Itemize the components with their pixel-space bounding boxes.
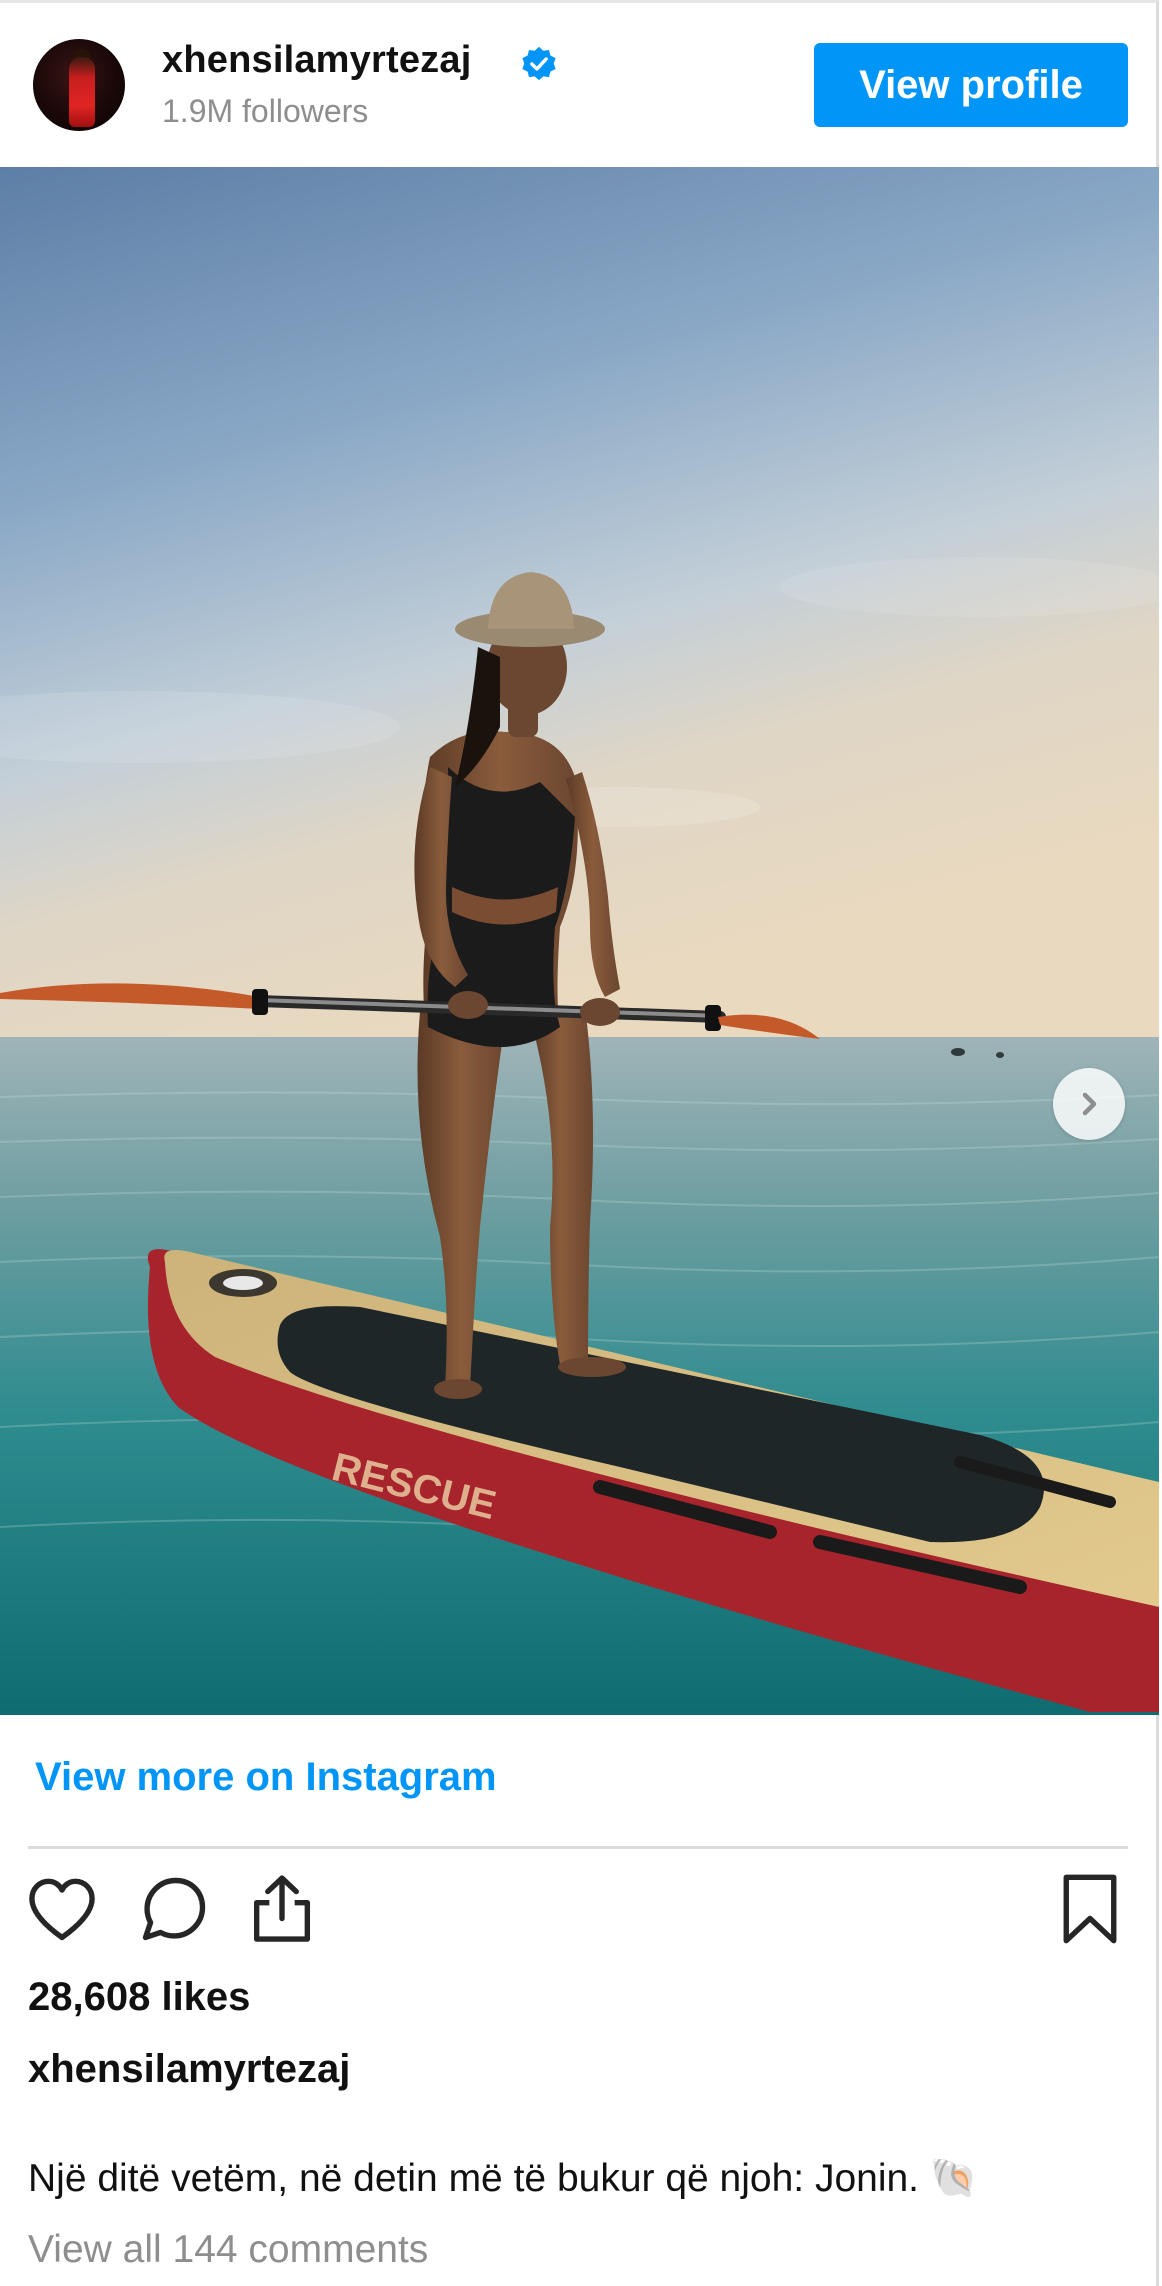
post-header: xhensilamyrtezaj 1.9M followers View pro…: [0, 3, 1159, 164]
caption-username[interactable]: xhensilamyrtezaj: [28, 2047, 350, 2092]
verified-badge-icon: [522, 46, 556, 81]
view-profile-button[interactable]: View profile: [814, 43, 1128, 127]
comment-icon[interactable]: [136, 1871, 212, 1947]
post-photo: RESCUE: [0, 167, 1159, 1715]
header-username[interactable]: xhensilamyrtezaj: [162, 39, 471, 82]
instagram-embed-card: xhensilamyrtezaj 1.9M followers View pro…: [0, 0, 1159, 2286]
like-count[interactable]: 28,608 likes: [28, 1975, 250, 2020]
share-icon[interactable]: [244, 1871, 320, 1947]
chevron-right-icon: [1082, 1092, 1097, 1116]
view-all-comments-link[interactable]: View all 144 comments: [28, 2228, 428, 2272]
heart-icon[interactable]: [24, 1871, 100, 1947]
caption-text: Një ditë vetëm, në detin më të bukur që …: [28, 2157, 979, 2200]
post-image[interactable]: RESCUE: [0, 167, 1159, 1715]
follower-count: 1.9M followers: [162, 93, 369, 129]
carousel-next-button[interactable]: [1053, 1068, 1125, 1140]
bookmark-icon[interactable]: [1052, 1871, 1128, 1947]
divider: [28, 1846, 1128, 1849]
view-more-on-instagram-link[interactable]: View more on Instagram: [35, 1755, 497, 1800]
avatar[interactable]: [33, 39, 125, 131]
